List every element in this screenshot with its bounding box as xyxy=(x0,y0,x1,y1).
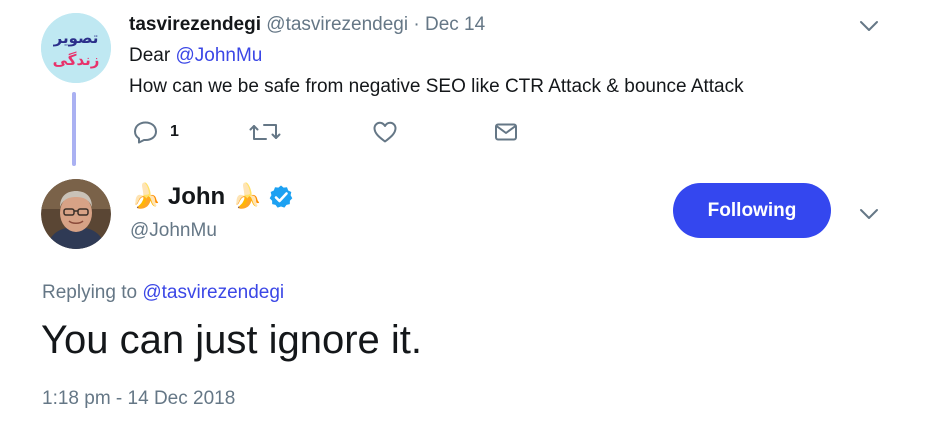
retweet-button[interactable] xyxy=(249,120,281,144)
svg-text:زندگی: زندگی xyxy=(53,51,100,69)
avatar-johnmu[interactable] xyxy=(41,179,111,249)
reply-button[interactable]: 1 xyxy=(133,120,179,144)
replying-to: Replying to @tasvirezendegi xyxy=(42,282,284,304)
chevron-down-icon[interactable] xyxy=(858,19,880,33)
tweet2-name-row[interactable]: 🍌 John 🍌 xyxy=(131,179,294,215)
tweet1-handle[interactable]: @tasvirezendegi xyxy=(266,14,408,35)
avatar-tasvirezendegi[interactable]: تصویر زندگی xyxy=(41,13,111,83)
like-button[interactable] xyxy=(372,120,398,144)
avatar-photo xyxy=(41,179,111,249)
tweet2-text: You can just ignore it. xyxy=(41,318,422,362)
direct-message-button[interactable] xyxy=(493,120,519,144)
tweet1-text-line1: Dear @JohnMu xyxy=(129,45,262,67)
verified-icon xyxy=(269,185,293,208)
following-button[interactable]: Following xyxy=(673,183,831,238)
mention-johnmu[interactable]: @JohnMu xyxy=(175,45,262,66)
tweet1-text-prefix: Dear xyxy=(129,45,176,66)
retweet-icon xyxy=(249,124,281,140)
tweet2-display-name[interactable]: John xyxy=(168,183,225,211)
like-icon xyxy=(373,121,397,143)
dm-icon xyxy=(495,123,517,141)
tweet1-header: tasvirezendegi @tasvirezendegi · Dec 14 xyxy=(129,14,485,36)
banana-emoji-left: 🍌 xyxy=(131,183,161,210)
svg-text:تصویر: تصویر xyxy=(53,29,99,47)
reply-count: 1 xyxy=(170,123,179,140)
reply-icon xyxy=(134,121,157,144)
replying-to-label: Replying to xyxy=(42,282,143,303)
tasvirezendegi-logo: تصویر زندگی xyxy=(41,13,111,83)
chevron-down-icon[interactable] xyxy=(858,207,880,221)
banana-emoji-right: 🍌 xyxy=(232,183,263,210)
tweet2-handle[interactable]: @JohnMu xyxy=(130,220,217,242)
tweet1-separator: · xyxy=(413,14,420,35)
thread-connector-line xyxy=(72,92,76,166)
tweet1-date[interactable]: Dec 14 xyxy=(425,14,485,35)
mention-tasvirezendegi[interactable]: @tasvirezendegi xyxy=(142,282,284,303)
tweet1-text-line2: How can we be safe from negative SEO lik… xyxy=(129,76,744,97)
tweet1-display-name[interactable]: tasvirezendegi xyxy=(129,14,261,35)
tweet2-timestamp[interactable]: 1:18 pm - 14 Dec 2018 xyxy=(42,388,235,410)
